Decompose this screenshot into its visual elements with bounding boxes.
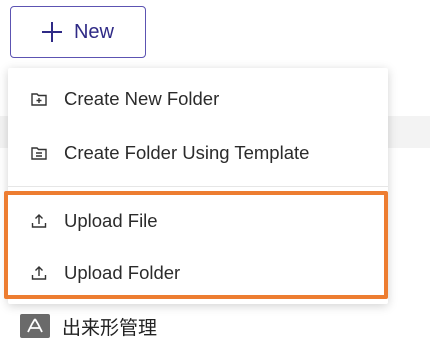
new-button[interactable]: New [10, 6, 146, 58]
upload-icon [30, 264, 48, 282]
menu-item-create-new-folder[interactable]: Create New Folder [8, 76, 388, 122]
list-item[interactable]: 出来形管理 [20, 311, 157, 341]
folder-plus-icon [30, 90, 48, 108]
folder-template-icon [30, 144, 48, 162]
menu-item-upload-file[interactable]: Upload File [8, 198, 388, 244]
menu-divider [8, 186, 388, 187]
menu-item-label: Create New Folder [64, 88, 220, 109]
list-item-label: 出来形管理 [62, 316, 158, 339]
menu-item-label: Upload Folder [64, 262, 181, 283]
folder-people-icon [20, 314, 50, 338]
menu-item-create-folder-template[interactable]: Create Folder Using Template [8, 130, 388, 176]
menu-item-label: Upload File [64, 210, 158, 231]
upload-icon [30, 212, 48, 230]
page: New 出来形管理 Create New Folder Create Folde… [0, 0, 430, 343]
new-dropdown-menu: Create New Folder Create Folder Using Te… [8, 68, 388, 304]
menu-item-label: Create Folder Using Template [64, 142, 310, 163]
plus-icon [41, 22, 62, 42]
new-button-label: New [73, 20, 114, 43]
menu-item-upload-folder[interactable]: Upload Folder [8, 250, 388, 296]
